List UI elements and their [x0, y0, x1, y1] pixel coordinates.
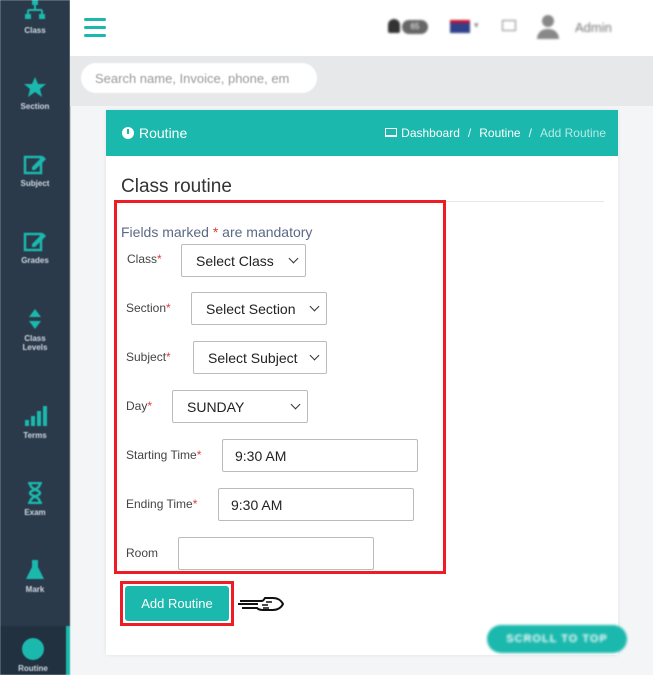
chevron-down-icon: [288, 253, 299, 264]
breadcrumb-current: Add Routine: [539, 126, 606, 140]
add-routine-button[interactable]: Add Routine: [125, 586, 229, 621]
breadcrumb-separator: /: [467, 126, 472, 140]
sidebar-item-label: Class: [24, 26, 46, 35]
sidebar-item-terms[interactable]: Terms: [0, 405, 70, 440]
section-label: Section*: [126, 301, 171, 315]
add-button-highlight: Add Routine: [120, 581, 234, 626]
chevron-down-icon[interactable]: ▾: [474, 20, 479, 31]
sidebar-item-label: Subject: [20, 179, 50, 188]
ending-time-input[interactable]: 9:30 AM: [218, 488, 414, 521]
sidebar-item-subject[interactable]: Subject: [0, 153, 70, 188]
sidebar-item-label: Section: [20, 102, 50, 111]
section-select[interactable]: Select Section: [191, 292, 327, 325]
subject-label: Subject*: [126, 350, 171, 364]
scroll-to-top-button[interactable]: SCROLL TO TOP: [487, 625, 627, 653]
subject-select[interactable]: Select Subject: [193, 341, 327, 374]
search-input[interactable]: [81, 63, 317, 93]
card-title-text: Routine: [139, 125, 188, 141]
laptop-icon: [385, 128, 398, 137]
menu-toggle-icon[interactable]: [84, 18, 106, 38]
page-title: Class routine: [121, 176, 232, 197]
clock-icon: [22, 638, 44, 660]
sidebar-item-mark[interactable]: Mark: [0, 559, 70, 594]
chevron-down-icon: [309, 301, 320, 312]
room-label: Room: [126, 546, 159, 560]
sidebar-item-label: Mark: [25, 585, 45, 594]
starting-time-label: Starting Time*: [126, 448, 202, 462]
class-label: Class*: [127, 252, 162, 266]
routine-card: Routine Dashboard / Routine / Add Routin…: [106, 110, 618, 655]
sidebar-item-class-levels[interactable]: Class Levels: [0, 308, 70, 352]
starting-time-input[interactable]: 9:30 AM: [222, 439, 418, 472]
sidebar-item-class[interactable]: Class: [0, 0, 70, 35]
room-input[interactable]: [178, 537, 374, 570]
notification-count: 65: [402, 20, 428, 34]
sidebar-item-section[interactable]: Section: [0, 76, 70, 111]
user-name[interactable]: Admin: [575, 20, 612, 35]
search-bar-area: [70, 56, 653, 106]
sidebar-item-exam[interactable]: Exam: [0, 482, 70, 517]
pointing-hand-icon: [238, 597, 285, 611]
sidebar-item-label: Terms: [23, 431, 47, 440]
sidebar-item-grades[interactable]: Grades: [0, 230, 70, 265]
sort-icon: [29, 309, 41, 329]
top-header: 65 ▾ Admin: [70, 0, 653, 56]
uk-flag-icon[interactable]: [450, 20, 470, 33]
breadcrumb-separator: /: [528, 126, 532, 140]
sidebar-item-label: Class: [24, 334, 46, 343]
sidebar-item-label: Exam: [24, 508, 46, 517]
user-avatar-icon[interactable]: [537, 15, 559, 39]
card-title: Routine: [122, 125, 187, 141]
bell-icon: [388, 19, 400, 33]
sidebar-item-routine[interactable]: Routine: [0, 626, 70, 675]
breadcrumb-dashboard[interactable]: Dashboard: [385, 126, 460, 140]
mandatory-note: Fields marked * are mandatory: [121, 224, 313, 240]
sidebar-item-label: Routine: [18, 664, 48, 673]
day-label: Day*: [126, 399, 153, 413]
ending-time-label: Ending Time*: [126, 497, 198, 511]
flask-icon: [26, 560, 44, 579]
breadcrumb-routine[interactable]: Routine: [479, 126, 520, 140]
sidebar-item-label: Grades: [21, 256, 49, 265]
class-select[interactable]: Select Class: [181, 244, 306, 277]
hourglass-icon: [28, 482, 42, 504]
signal-icon: [25, 406, 47, 426]
card-header: Routine Dashboard / Routine / Add Routin…: [106, 110, 618, 156]
edit-icon: [23, 155, 46, 175]
breadcrumb: Dashboard / Routine / Add Routine: [385, 126, 606, 140]
star-icon: [24, 77, 46, 97]
day-select[interactable]: SUNDAY: [172, 390, 308, 423]
notification-bell[interactable]: 65: [388, 17, 428, 37]
edit-icon: [23, 232, 46, 252]
clock-icon: [122, 127, 134, 139]
sitemap-icon: [25, 0, 45, 19]
chevron-down-icon: [309, 350, 320, 361]
mail-icon[interactable]: [502, 20, 516, 31]
sidebar-item-label-line2: Levels: [22, 343, 48, 352]
sidebar: Class Section Subject Grades Class Level…: [0, 0, 70, 675]
chevron-down-icon: [290, 399, 301, 410]
